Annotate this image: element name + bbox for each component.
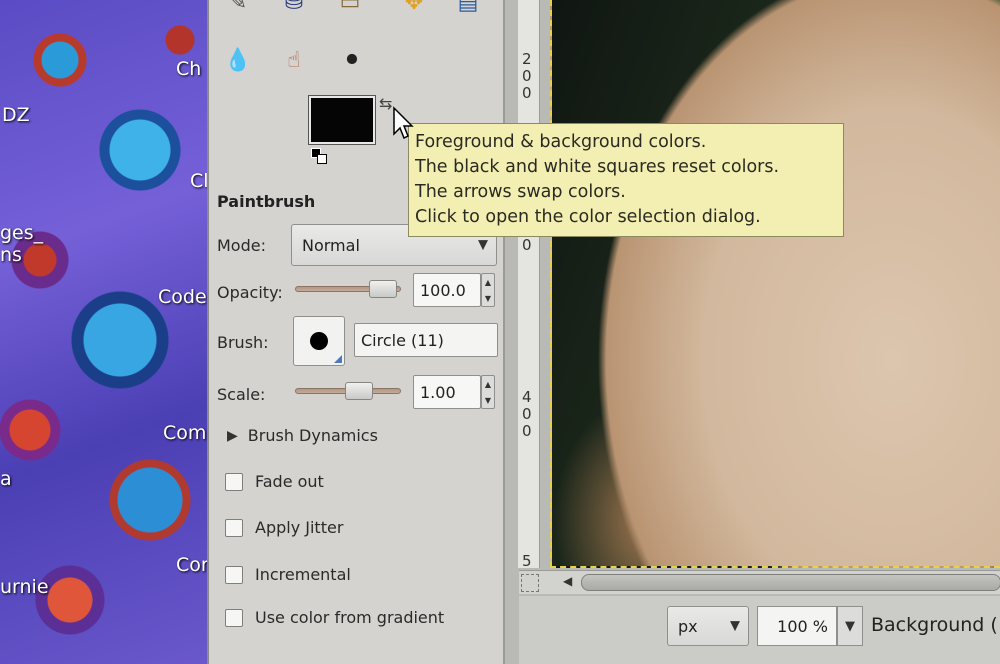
desktop-wallpaper: Ch DZ Cl ges_ ns Code Com a Cor urnie bbox=[0, 0, 212, 664]
ruler-digit: 0 bbox=[522, 84, 532, 102]
tooltip-line: The black and white squares reset colors… bbox=[415, 157, 780, 177]
scale-stepper[interactable]: ▲ ▼ bbox=[481, 375, 495, 409]
ruler-digit: 5 bbox=[522, 552, 532, 570]
zoom-input[interactable]: 100 % bbox=[757, 606, 837, 646]
scrollbar-thumb[interactable] bbox=[581, 574, 1000, 591]
brush-name-field: Circle (11) bbox=[354, 323, 498, 357]
image-window: 2 0 0 0 4 0 0 5 ◀ px ▼ 100 % ▼ Backgroun… bbox=[505, 0, 1000, 664]
mode-label: Mode: bbox=[217, 236, 266, 255]
use-color-from-gradient-label: Use color from gradient bbox=[255, 608, 445, 627]
opacity-input[interactable]: 100.0 bbox=[413, 273, 481, 307]
fade-out-label: Fade out bbox=[255, 472, 324, 491]
foreground-color-swatch[interactable] bbox=[309, 96, 375, 144]
desktop-icon-label[interactable]: a bbox=[0, 468, 12, 490]
fade-out-checkbox[interactable]: Fade out bbox=[225, 472, 324, 491]
desktop-icon-label[interactable]: Cl bbox=[190, 170, 209, 192]
scroll-left-icon[interactable]: ◀ bbox=[563, 574, 572, 588]
bucket-fill-tool-icon[interactable]: ⛁ bbox=[279, 0, 309, 18]
tooltip-line: The arrows swap colors. bbox=[415, 182, 626, 202]
fg-bg-colors-tooltip: Foreground & background colors. The blac… bbox=[408, 123, 844, 237]
desktop-icon-label[interactable]: ns bbox=[0, 244, 22, 266]
mode-value: Normal bbox=[302, 235, 360, 255]
ruler-digit: 4 bbox=[522, 388, 532, 406]
desktop-icon-label[interactable]: Ch bbox=[176, 58, 201, 80]
horizontal-scrollbar[interactable]: ◀ bbox=[519, 570, 1000, 594]
ruler-digit: 0 bbox=[522, 67, 532, 85]
desktop-icon-label[interactable]: ges_ bbox=[0, 222, 43, 244]
scale-slider-thumb[interactable] bbox=[345, 382, 373, 400]
unit-select[interactable]: px ▼ bbox=[667, 606, 749, 646]
brush-dynamics-expander[interactable]: ▶ Brush Dynamics bbox=[227, 426, 378, 445]
dodge-burn-tool-icon[interactable]: ⚫ bbox=[337, 46, 367, 76]
use-color-from-gradient-checkbox[interactable]: Use color from gradient bbox=[225, 608, 444, 627]
status-bar: px ▼ 100 % ▼ Background ( bbox=[519, 596, 1000, 664]
desktop-icon-label[interactable]: Com bbox=[163, 422, 206, 444]
brush-label: Brush: bbox=[217, 333, 269, 352]
checkbox-box[interactable] bbox=[225, 565, 243, 584]
clone-tool-icon[interactable]: ▤ bbox=[453, 0, 483, 18]
active-layer-label: Background ( bbox=[871, 614, 998, 636]
zoom-dropdown-icon[interactable]: ▼ bbox=[837, 606, 863, 646]
incremental-label: Incremental bbox=[255, 565, 351, 584]
opacity-stepper[interactable]: ▲ ▼ bbox=[481, 273, 495, 307]
brush-preview-button[interactable] bbox=[293, 316, 345, 366]
ruler-digit: 0 bbox=[522, 236, 532, 254]
tooltip-line: Click to open the color selection dialog… bbox=[415, 207, 761, 227]
brush-dynamics-label: Brush Dynamics bbox=[247, 426, 378, 445]
unit-value: px bbox=[678, 616, 698, 636]
desktop-icon-label[interactable]: urnie bbox=[0, 576, 49, 598]
smudge-tool-icon[interactable]: ☝ bbox=[279, 46, 309, 76]
heal-tool-icon[interactable]: ✥ bbox=[399, 0, 429, 18]
blur-drop-tool-icon[interactable]: 💧 bbox=[223, 46, 253, 76]
circle-brush-icon bbox=[310, 332, 328, 350]
incremental-checkbox[interactable]: Incremental bbox=[225, 565, 351, 584]
ruler-digit: 0 bbox=[522, 405, 532, 423]
desktop-icon-label[interactable]: Code bbox=[158, 286, 207, 308]
tooltip-line: Foreground & background colors. bbox=[415, 132, 707, 152]
desktop-icon-label[interactable]: DZ bbox=[2, 104, 30, 126]
swap-colors-icon[interactable]: ⇆ bbox=[379, 94, 392, 113]
apply-jitter-label: Apply Jitter bbox=[255, 518, 344, 537]
scale-label: Scale: bbox=[217, 385, 266, 404]
scale-input[interactable]: 1.00 bbox=[413, 375, 481, 409]
opacity-label: Opacity: bbox=[217, 283, 283, 302]
ruler-digit: 0 bbox=[522, 422, 532, 440]
opacity-slider-thumb[interactable] bbox=[369, 280, 397, 298]
navigate-icon[interactable] bbox=[521, 574, 539, 592]
ruler-digit: 2 bbox=[522, 50, 532, 68]
measure-tool-icon[interactable]: ✎ bbox=[223, 0, 253, 18]
image-canvas[interactable] bbox=[550, 0, 1000, 568]
apply-jitter-checkbox[interactable]: Apply Jitter bbox=[225, 518, 343, 537]
reset-colors-icon[interactable] bbox=[311, 148, 327, 164]
tool-options-title: Paintbrush bbox=[217, 192, 316, 211]
vertical-ruler[interactable]: 2 0 0 0 4 0 0 5 bbox=[518, 0, 540, 570]
chevron-down-icon: ▼ bbox=[730, 618, 740, 634]
corner-indicator-icon bbox=[334, 355, 342, 363]
checkbox-box[interactable] bbox=[225, 518, 243, 537]
desktop-icon-label[interactable]: Cor bbox=[176, 554, 209, 576]
text-tool-icon[interactable]: ▭ bbox=[335, 0, 365, 18]
toolbox-panel: ✎ ⛁ ▭ ✥ ▤ 💧 ☝ ⚫ ⇆ Paintbrush Mode: Norma… bbox=[207, 0, 505, 664]
expand-triangle-icon: ▶ bbox=[227, 427, 238, 444]
chevron-down-icon: ▼ bbox=[478, 237, 488, 253]
checkbox-box[interactable] bbox=[225, 472, 243, 491]
mouse-pointer-icon bbox=[393, 106, 414, 140]
checkbox-box[interactable] bbox=[225, 608, 243, 627]
